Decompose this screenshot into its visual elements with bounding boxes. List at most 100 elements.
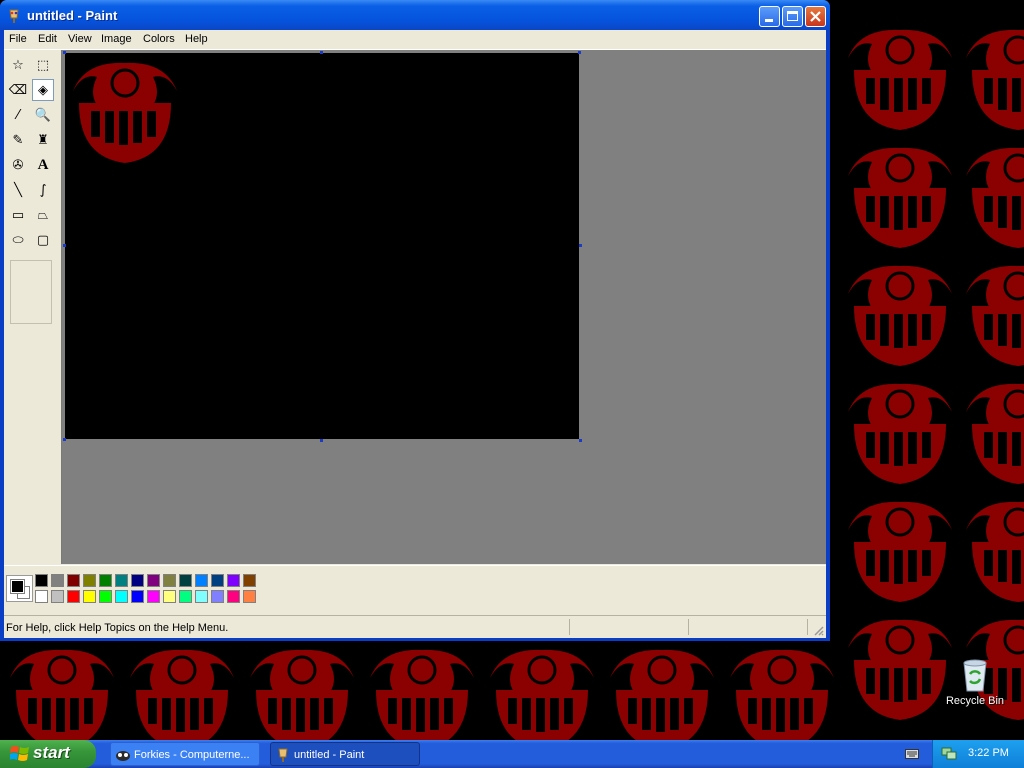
tool-free-form-select[interactable]: ☆ <box>7 54 29 76</box>
menu-image[interactable]: Image <box>101 33 132 45</box>
status-divider <box>688 619 689 635</box>
color-swatch[interactable] <box>243 574 256 587</box>
taskbar-item-paint[interactable]: untitled - Paint <box>270 742 420 766</box>
foreground-color <box>10 579 25 594</box>
tool-select[interactable]: ⬚ <box>32 54 54 76</box>
color-swatch[interactable] <box>131 574 144 587</box>
tool-magnifier[interactable]: 🔍 <box>32 104 54 126</box>
start-label: start <box>33 743 70 762</box>
color-swatch[interactable] <box>99 574 112 587</box>
wallpaper-tile <box>840 492 960 610</box>
tool-eraser[interactable]: ⌫ <box>7 79 29 101</box>
wallpaper-tile <box>482 640 602 740</box>
wallpaper-tile <box>722 640 842 740</box>
color-swatch[interactable] <box>51 574 64 587</box>
resize-handle-right[interactable] <box>579 244 582 247</box>
color-swatch[interactable] <box>147 590 160 603</box>
canvas-workspace <box>61 50 826 564</box>
line-icon: ╲ <box>14 182 22 198</box>
status-divider <box>807 619 808 635</box>
wallpaper-tile <box>840 374 960 492</box>
color-swatch[interactable] <box>67 574 80 587</box>
color-swatch[interactable] <box>115 590 128 603</box>
tool-polygon[interactable]: ⏢ <box>32 204 54 226</box>
browser-window-icon <box>116 751 130 761</box>
color-swatch[interactable] <box>83 590 96 603</box>
tool-airbrush[interactable]: ✇ <box>7 154 29 176</box>
start-button[interactable]: start <box>0 740 96 768</box>
color-swatch[interactable] <box>51 590 64 603</box>
recycle-bin[interactable]: Recycle Bin <box>940 655 1010 715</box>
tool-line[interactable]: ╲ <box>7 179 29 201</box>
tool-rounded-rectangle[interactable]: ▢ <box>32 229 54 251</box>
color-swatch[interactable] <box>147 574 160 587</box>
tool-fill-with-color[interactable]: ◈ <box>32 79 54 101</box>
taskbar-item-forkies[interactable]: Forkies - Computerne... <box>110 742 260 766</box>
canvas-drawing <box>65 53 185 171</box>
color-swatch[interactable] <box>179 590 192 603</box>
taskbar: start Forkies - Computerne... untitled -… <box>0 740 1024 768</box>
color-swatch[interactable] <box>179 574 192 587</box>
maximize-button[interactable] <box>782 6 803 27</box>
airbrush-icon: ✇ <box>12 157 24 173</box>
color-swatch[interactable] <box>211 574 224 587</box>
tool-ellipse[interactable]: ⬭ <box>7 229 29 251</box>
drawing-canvas[interactable] <box>65 53 579 439</box>
menu-edit[interactable]: Edit <box>38 33 57 45</box>
tool-pick-color[interactable]: ⁄ <box>7 104 29 126</box>
clock[interactable]: 3:22 PM <box>968 747 1009 759</box>
color-swatch[interactable] <box>195 590 208 603</box>
color-swatch[interactable] <box>227 574 240 587</box>
tool-options-panel[interactable] <box>10 260 52 324</box>
close-icon <box>810 11 821 22</box>
wallpaper-tile <box>2 640 122 740</box>
tool-text[interactable]: A <box>32 154 54 176</box>
wallpaper-tile <box>958 138 1024 256</box>
color-swatch[interactable] <box>115 574 128 587</box>
color-swatch[interactable] <box>243 590 256 603</box>
fill-with-color-icon: ◈ <box>38 82 48 98</box>
status-divider <box>569 619 570 635</box>
status-text: For Help, click Help Topics on the Help … <box>6 622 229 634</box>
color-swatch[interactable] <box>35 574 48 587</box>
menu-view[interactable]: View <box>68 33 92 45</box>
title-bar[interactable]: untitled - Paint <box>0 0 830 30</box>
color-swatch[interactable] <box>67 590 80 603</box>
color-swatch[interactable] <box>83 574 96 587</box>
menu-file[interactable]: File <box>9 33 27 45</box>
menu-bar: File Edit View Image Colors Help <box>4 30 826 50</box>
tool-rectangle[interactable]: ▭ <box>7 204 29 226</box>
menu-help[interactable]: Help <box>185 33 208 45</box>
close-button[interactable] <box>805 6 826 27</box>
tool-pencil[interactable]: ✎ <box>7 129 29 151</box>
keyboard-icon[interactable] <box>905 749 919 759</box>
color-swatch[interactable] <box>131 590 144 603</box>
color-swatch[interactable] <box>195 574 208 587</box>
resize-handle <box>63 438 66 441</box>
tool-curve[interactable]: ∫ <box>32 179 54 201</box>
color-swatch[interactable] <box>163 590 176 603</box>
taskbar-item-label: Forkies - Computerne... <box>134 749 250 761</box>
network-icon[interactable] <box>941 745 957 761</box>
color-swatch[interactable] <box>99 590 112 603</box>
color-swatch[interactable] <box>163 574 176 587</box>
wallpaper-tile <box>602 640 722 740</box>
pencil-icon: ✎ <box>12 132 24 148</box>
recycle-bin-label: Recycle Bin <box>945 695 1005 707</box>
resize-grip-icon[interactable] <box>812 624 824 636</box>
paint-app-icon <box>9 9 19 23</box>
color-swatch[interactable] <box>211 590 224 603</box>
color-swatch[interactable] <box>35 590 48 603</box>
resize-handle-bottom[interactable] <box>320 439 323 442</box>
wallpaper-tile <box>362 640 482 740</box>
tool-box: ☆ ⬚ ⌫ ◈ ⁄ 🔍 ✎ ♜ ✇ A ╲ ∫ ▭ ⏢ ⬭ ▢ <box>4 50 60 564</box>
resize-handle <box>63 244 66 247</box>
minimize-button[interactable] <box>759 6 780 27</box>
color-swatch[interactable] <box>227 590 240 603</box>
tool-brush[interactable]: ♜ <box>32 129 54 151</box>
resize-handle-corner[interactable] <box>579 439 582 442</box>
ellipse-icon: ⬭ <box>12 232 24 248</box>
menu-colors[interactable]: Colors <box>143 33 175 45</box>
wallpaper-tile <box>242 640 362 740</box>
resize-handle <box>63 51 66 54</box>
